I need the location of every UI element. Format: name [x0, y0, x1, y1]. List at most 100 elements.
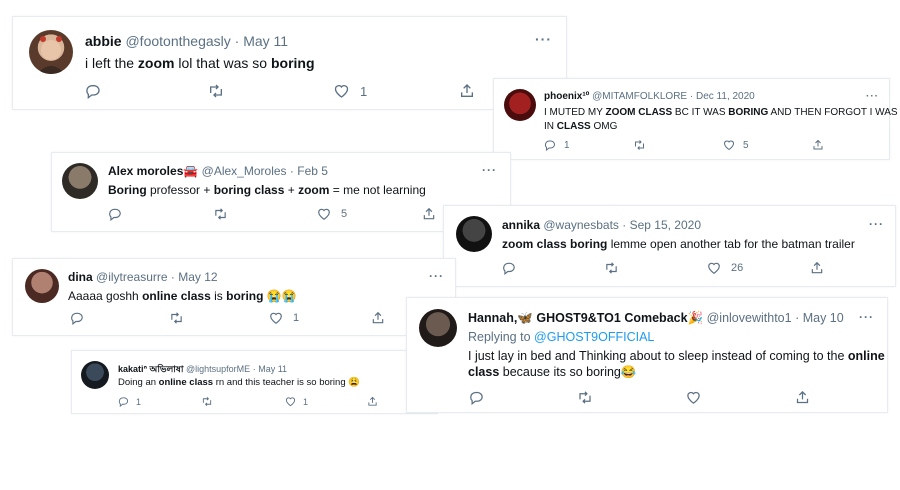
tweet-date[interactable]: May 11: [258, 364, 287, 374]
tweet-date[interactable]: May 11: [243, 33, 288, 49]
avatar[interactable]: [504, 89, 536, 121]
reply-button[interactable]: 1: [544, 139, 570, 151]
display-name[interactable]: dina: [68, 270, 93, 284]
display-name[interactable]: Hannah,🦋 GHOST9&TO1 Comeback🎉: [468, 311, 703, 325]
reply-icon: [544, 140, 555, 151]
tweet-card-phoenix[interactable]: phoenix¹º @MITAMFOLKLORE · Dec 11, 2020 …: [493, 78, 898, 160]
like-button[interactable]: 5: [723, 139, 749, 151]
more-icon[interactable]: ···: [429, 270, 444, 282]
reply-button[interactable]: [70, 311, 84, 325]
share-button[interactable]: [422, 207, 436, 221]
more-icon[interactable]: ···: [866, 92, 879, 102]
text-segment: = me not learning: [329, 183, 426, 197]
text-segment-bold: BORING: [728, 107, 769, 118]
text-segment-bold: ZOOM CLASS: [605, 107, 673, 118]
reply-icon: [109, 208, 121, 221]
tweet-card-abbie[interactable]: abbie @footonthegasly · May 11 ··· i lef…: [12, 16, 567, 110]
display-name[interactable]: abbie: [85, 33, 122, 49]
retweet-button[interactable]: [633, 139, 646, 151]
tweet-header: Alex moroles🚘 @Alex_Moroles · Feb 5: [108, 164, 328, 178]
retweet-button[interactable]: [169, 311, 184, 325]
share-button[interactable]: [812, 139, 824, 151]
handle[interactable]: @MITAMFOLKLORE: [592, 91, 687, 102]
share-button[interactable]: [459, 83, 475, 99]
share-icon: [813, 139, 823, 150]
share-icon: [796, 390, 809, 404]
handle[interactable]: @ilytreasurre: [96, 270, 168, 284]
avatar[interactable]: [62, 163, 98, 199]
more-icon[interactable]: ···: [869, 218, 884, 230]
handle[interactable]: @footonthegasly: [125, 33, 230, 49]
text-segment-bold: online class: [158, 377, 214, 388]
text-segment-bold: online: [847, 349, 885, 363]
share-button[interactable]: [371, 311, 385, 325]
avatar[interactable]: [25, 269, 59, 303]
reply-button[interactable]: [469, 390, 484, 405]
replying-to-link[interactable]: @GHOST9OFFICIAL: [534, 330, 654, 344]
reply-button[interactable]: [85, 83, 101, 99]
like-count: 26: [731, 262, 744, 274]
tweet-date[interactable]: May 10: [803, 311, 844, 325]
tweet-card-alex[interactable]: Alex moroles🚘 @Alex_Moroles · Feb 5 ··· …: [51, 152, 511, 232]
like-icon: [270, 312, 282, 324]
avatar[interactable]: [456, 216, 492, 252]
share-button[interactable]: [810, 261, 824, 275]
separator: ·: [252, 364, 256, 374]
tweet-date[interactable]: May 12: [178, 270, 217, 284]
share-button[interactable]: [795, 390, 810, 405]
separator: ·: [234, 33, 240, 49]
text-segment-bold: boring: [226, 289, 264, 303]
like-count: 1: [360, 83, 368, 99]
retweet-button[interactable]: [604, 261, 619, 275]
text-segment: IN: [544, 121, 557, 132]
reply-button[interactable]: [108, 207, 122, 221]
avatar[interactable]: [29, 30, 73, 74]
reply-button[interactable]: [502, 261, 516, 275]
like-button[interactable]: 1: [269, 311, 299, 325]
like-button[interactable]: 5: [317, 207, 347, 221]
handle[interactable]: @inlovewithto1: [707, 311, 792, 325]
more-icon[interactable]: ···: [859, 311, 874, 323]
retweet-button[interactable]: [213, 207, 228, 221]
tweet-text: zoom class boring lemme open another tab…: [502, 237, 855, 251]
more-icon[interactable]: ···: [482, 164, 497, 176]
display-name[interactable]: annika: [502, 218, 540, 232]
tweet-card-annika[interactable]: annika @waynesbats · Sep 15, 2020 ··· zo…: [443, 205, 896, 287]
display-name[interactable]: Alex moroles🚘: [108, 164, 198, 178]
text-segment: because its so boring😂: [499, 365, 637, 379]
like-button[interactable]: 1: [285, 396, 308, 407]
tweet-text-line-2: IN CLASS OMG: [544, 121, 617, 132]
retweet-icon: [635, 140, 644, 150]
like-button[interactable]: [686, 390, 701, 405]
like-count: 5: [341, 208, 348, 220]
tweet-date[interactable]: Feb 5: [297, 164, 328, 178]
tweet-card-hannah[interactable]: Hannah,🦋 GHOST9&TO1 Comeback🎉 @inlovewit…: [406, 297, 888, 413]
retweet-button[interactable]: [201, 396, 213, 407]
more-icon[interactable]: ···: [535, 32, 552, 46]
display-name[interactable]: phoenix¹º: [544, 91, 589, 102]
retweet-button[interactable]: [207, 83, 225, 99]
reply-icon: [470, 391, 483, 405]
avatar[interactable]: [81, 361, 109, 389]
tweet-card-kakati[interactable]: kakatiᐢ অভিলাষা @lightsupforME · May 11 …: [71, 350, 438, 414]
handle[interactable]: @Alex_Moroles: [202, 164, 287, 178]
text-segment-bold: boring class: [213, 183, 285, 197]
reply-icon: [86, 85, 100, 99]
handle[interactable]: @lightsupforME: [186, 364, 250, 374]
tweet-date[interactable]: Dec 11, 2020: [696, 91, 755, 102]
reply-button[interactable]: 1: [118, 396, 141, 407]
share-button[interactable]: [367, 396, 378, 407]
avatar[interactable]: [419, 309, 457, 347]
replying-to: Replying to @GHOST9OFFICIAL: [468, 330, 654, 344]
text-segment: 😭😭: [263, 289, 297, 303]
display-name[interactable]: kakatiᐢ অভিলাষা: [118, 364, 184, 374]
reply-count: 1: [564, 139, 570, 151]
like-button[interactable]: 26: [707, 261, 743, 275]
like-count: 5: [743, 139, 749, 151]
like-button[interactable]: 1: [333, 83, 367, 99]
tweet-date[interactable]: Sep 15, 2020: [630, 218, 701, 232]
retweet-button[interactable]: [577, 390, 593, 405]
text-segment-bold: online class: [142, 289, 211, 303]
tweet-card-dina[interactable]: dina @ilytreasurre · May 12 ··· Aaaaa go…: [12, 258, 456, 336]
handle[interactable]: @waynesbats: [543, 218, 619, 232]
